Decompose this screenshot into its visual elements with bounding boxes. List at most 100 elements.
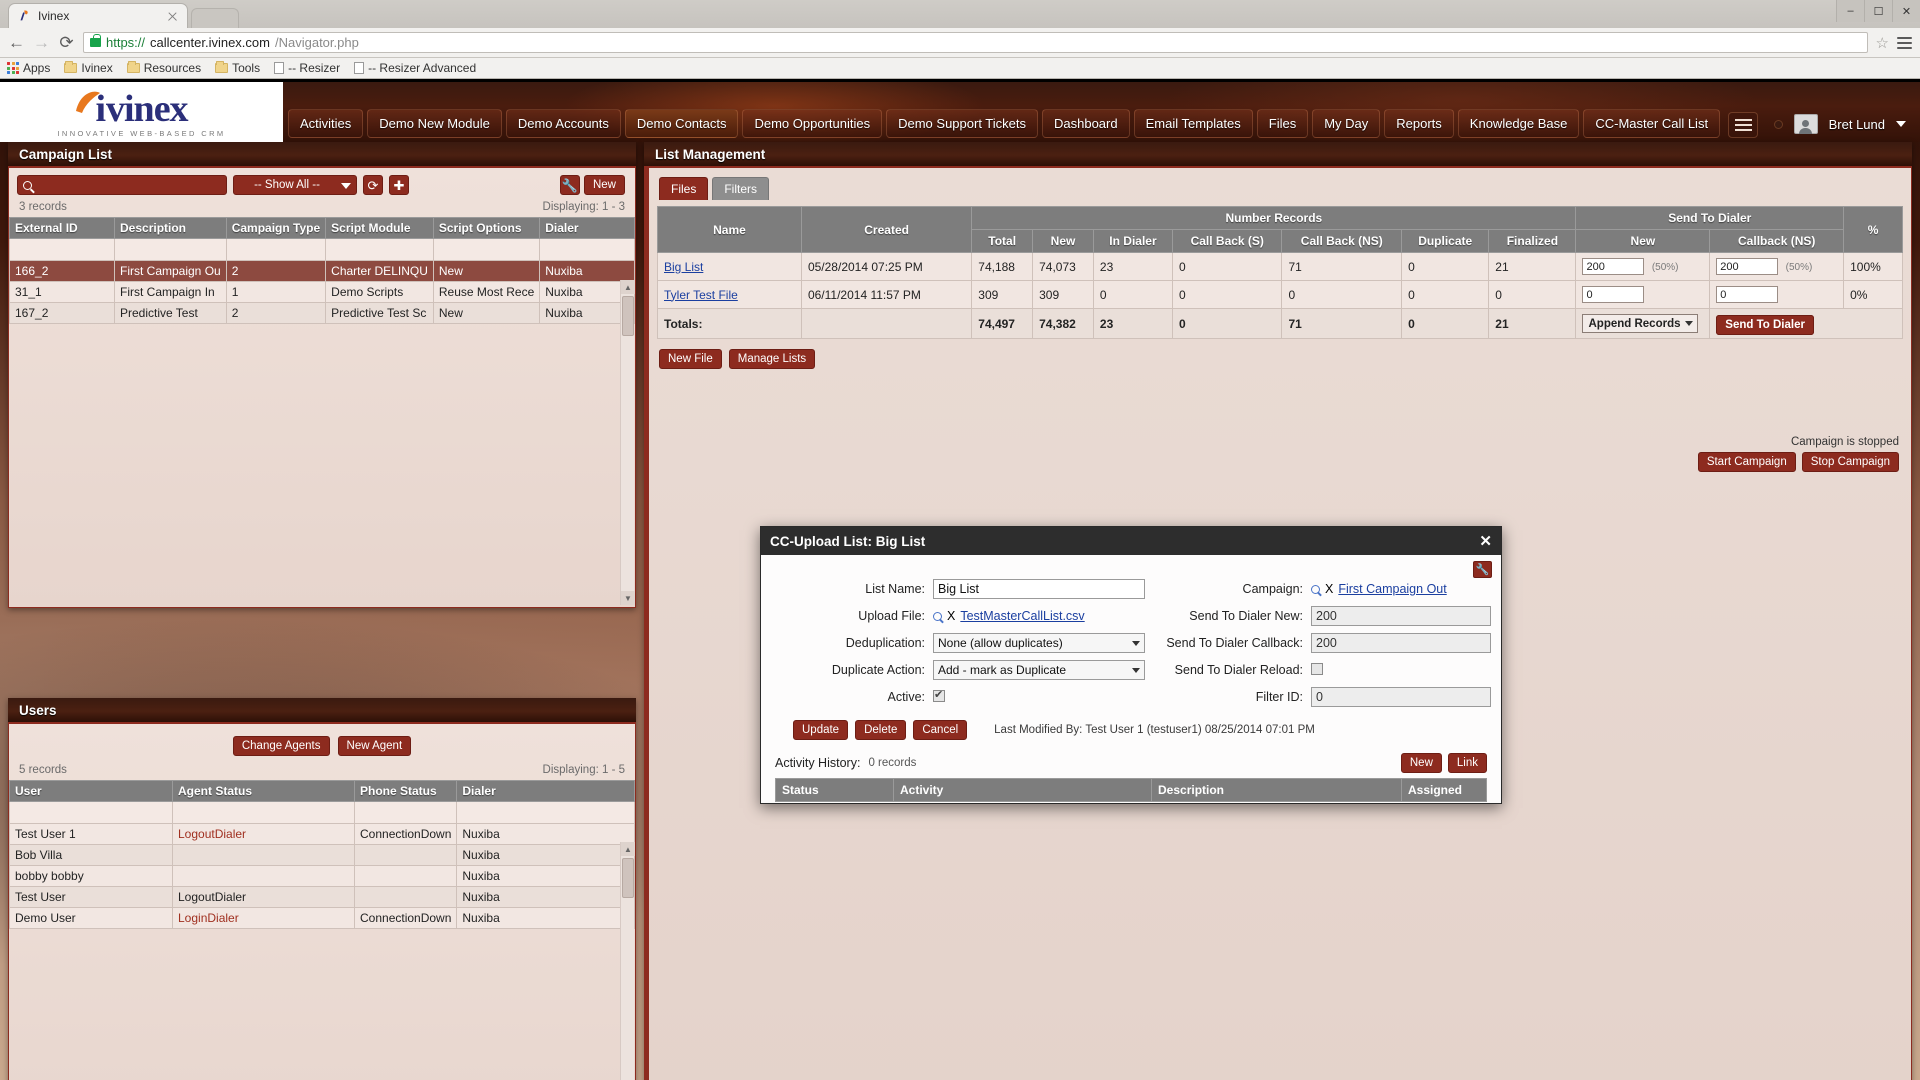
column-call-back-s[interactable]: Call Back (S) [1171,229,1283,253]
nav-item-demo-accounts[interactable]: Demo Accounts [505,109,621,138]
nav-item-my-day[interactable]: My Day [1312,109,1381,138]
std-reload-checkbox[interactable] [1311,662,1323,675]
nav-item-files[interactable]: Files [1256,109,1309,138]
refresh-icon[interactable]: ⟳ [363,175,383,195]
std-callback-input[interactable] [1716,258,1779,275]
column-duplicate[interactable]: Duplicate [1401,229,1490,253]
nav-item-activities[interactable]: Activities [288,109,364,138]
close-window-button[interactable]: ✕ [1892,0,1920,22]
table-row[interactable]: Test User 1 LogoutDialer ConnectionDown … [9,823,635,845]
stop-campaign-button[interactable]: Stop Campaign [1801,452,1899,472]
std-new-input[interactable] [1311,606,1491,626]
std-callback-input[interactable] [1311,633,1491,653]
dedup-select[interactable]: None (allow duplicates) [933,633,1145,653]
browser-tab[interactable]: Ivinex [8,3,188,28]
new-file-button[interactable]: New File [659,349,722,369]
campaign-filter-cell[interactable] [9,238,115,261]
campaign-filter-cell[interactable] [114,238,227,261]
column-user[interactable]: User [9,780,173,802]
table-row[interactable]: 166_2 First Campaign Ou 2 Charter DELINQ… [9,260,635,282]
nav-item-reports[interactable]: Reports [1384,109,1454,138]
column-new[interactable]: New [1032,229,1094,253]
delete-button[interactable]: Delete [855,720,907,740]
column-external-id[interactable]: External ID [9,217,115,239]
cancel-button[interactable]: Cancel [913,720,968,740]
users-filter-cell[interactable] [172,801,355,824]
users-filter-cell[interactable] [353,801,458,824]
list-name-link[interactable]: Big List [664,260,703,274]
activity-link-button[interactable]: Link [1447,753,1487,773]
send-to-dialer-button[interactable]: Send To Dialer [1716,314,1814,335]
new-agent-button[interactable]: New Agent [337,736,412,756]
campaign-search-input[interactable] [32,178,226,192]
search-icon[interactable] [933,611,942,621]
clear-x-icon[interactable]: X [947,609,955,623]
table-row[interactable]: Bob Villa Nuxiba [9,844,635,866]
campaign-filter-cell[interactable] [432,238,541,261]
nav-item-demo-contacts[interactable]: Demo Contacts [624,109,739,138]
tab-close-icon[interactable] [166,10,179,23]
column-finalized[interactable]: Finalized [1488,229,1577,253]
nav-item-dashboard[interactable]: Dashboard [1042,109,1130,138]
forward-arrow-icon[interactable]: → [33,34,50,51]
ivinex-logo[interactable]: i vinex INNOVATIVE WEB-BASED CRM [0,82,283,142]
scroll-up-icon[interactable]: ▲ [621,280,635,294]
reload-icon[interactable]: ⟳ [58,34,75,51]
scrollbar-thumb[interactable] [622,858,634,898]
column-in-dialer[interactable]: In Dialer [1092,229,1174,253]
upload-file-link[interactable]: TestMasterCallList.csv [960,609,1084,623]
std-new-input[interactable] [1582,286,1645,303]
list-name-input[interactable] [933,579,1145,599]
column-description[interactable]: Description [1151,778,1402,802]
table-row[interactable]: Big List 05/28/2014 07:25 PM 74,188 74,0… [657,252,1903,281]
nav-item-knowledge-base[interactable]: Knowledge Base [1457,109,1580,138]
close-icon[interactable]: ✕ [1479,534,1492,549]
users-scrollbar[interactable]: ▲ ▼ [620,842,635,1080]
campaign-filter-cell[interactable] [325,238,434,261]
users-filter-cell[interactable] [9,801,173,824]
new-tab-button[interactable] [191,8,239,28]
bookmark-star-icon[interactable]: ☆ [1876,34,1889,52]
nav-item-demo-new-module[interactable]: Demo New Module [367,109,502,138]
chrome-menu-icon[interactable] [1897,36,1912,49]
cell-agent-status[interactable]: LoginDialer [172,907,355,929]
wrench-icon[interactable]: 🔧 [559,175,580,195]
tab-files[interactable]: Files [659,177,709,200]
start-campaign-button[interactable]: Start Campaign [1697,452,1796,472]
column-std-new[interactable]: New [1575,229,1711,253]
column-total[interactable]: Total [971,229,1034,253]
column-call-back-ns[interactable]: Call Back (NS) [1281,229,1403,253]
column-campaign-type[interactable]: Campaign Type [225,217,327,239]
campaign-new-button[interactable]: New [583,175,625,195]
activity-new-button[interactable]: New [1400,753,1442,773]
nav-item-demo-support-tickets[interactable]: Demo Support Tickets [886,109,1038,138]
campaign-filter-cell[interactable] [225,238,327,261]
bookmark-resizer[interactable]: -- Resizer [274,61,340,75]
back-arrow-icon[interactable]: ← [8,34,25,51]
campaign-filter-row[interactable] [9,238,635,261]
column-script-options[interactable]: Script Options [432,217,541,239]
clear-x-icon[interactable]: X [1325,582,1333,596]
nav-item-email-templates[interactable]: Email Templates [1133,109,1253,138]
change-agents-button[interactable]: Change Agents [232,736,330,756]
column-created[interactable]: Created [800,206,973,253]
plus-icon[interactable]: ✚ [389,175,409,195]
scrollbar-thumb[interactable] [622,296,634,336]
list-name-link[interactable]: Tyler Test File [664,288,738,302]
scroll-down-icon[interactable]: ▼ [621,591,635,605]
column-activity[interactable]: Activity [893,778,1152,802]
hamburger-menu-icon[interactable] [1728,112,1759,138]
dup-action-select[interactable]: Add - mark as Duplicate [933,660,1145,680]
manage-lists-button[interactable]: Manage Lists [728,349,816,369]
bookmark-ivinex[interactable]: Ivinex [64,61,113,75]
users-filter-row[interactable] [9,801,635,824]
bookmark-apps[interactable]: Apps [7,61,50,75]
campaign-value-link[interactable]: First Campaign Out [1338,582,1446,596]
column-phone-status[interactable]: Phone Status [353,780,458,802]
column-agent-status[interactable]: Agent Status [172,780,355,802]
table-row[interactable]: Test User LogoutDialer Nuxiba [9,886,635,908]
tab-filters[interactable]: Filters [712,177,770,200]
campaign-filter-cell[interactable] [539,238,635,261]
std-callback-input[interactable] [1716,286,1779,303]
append-records-select[interactable]: Append Records [1582,314,1698,333]
